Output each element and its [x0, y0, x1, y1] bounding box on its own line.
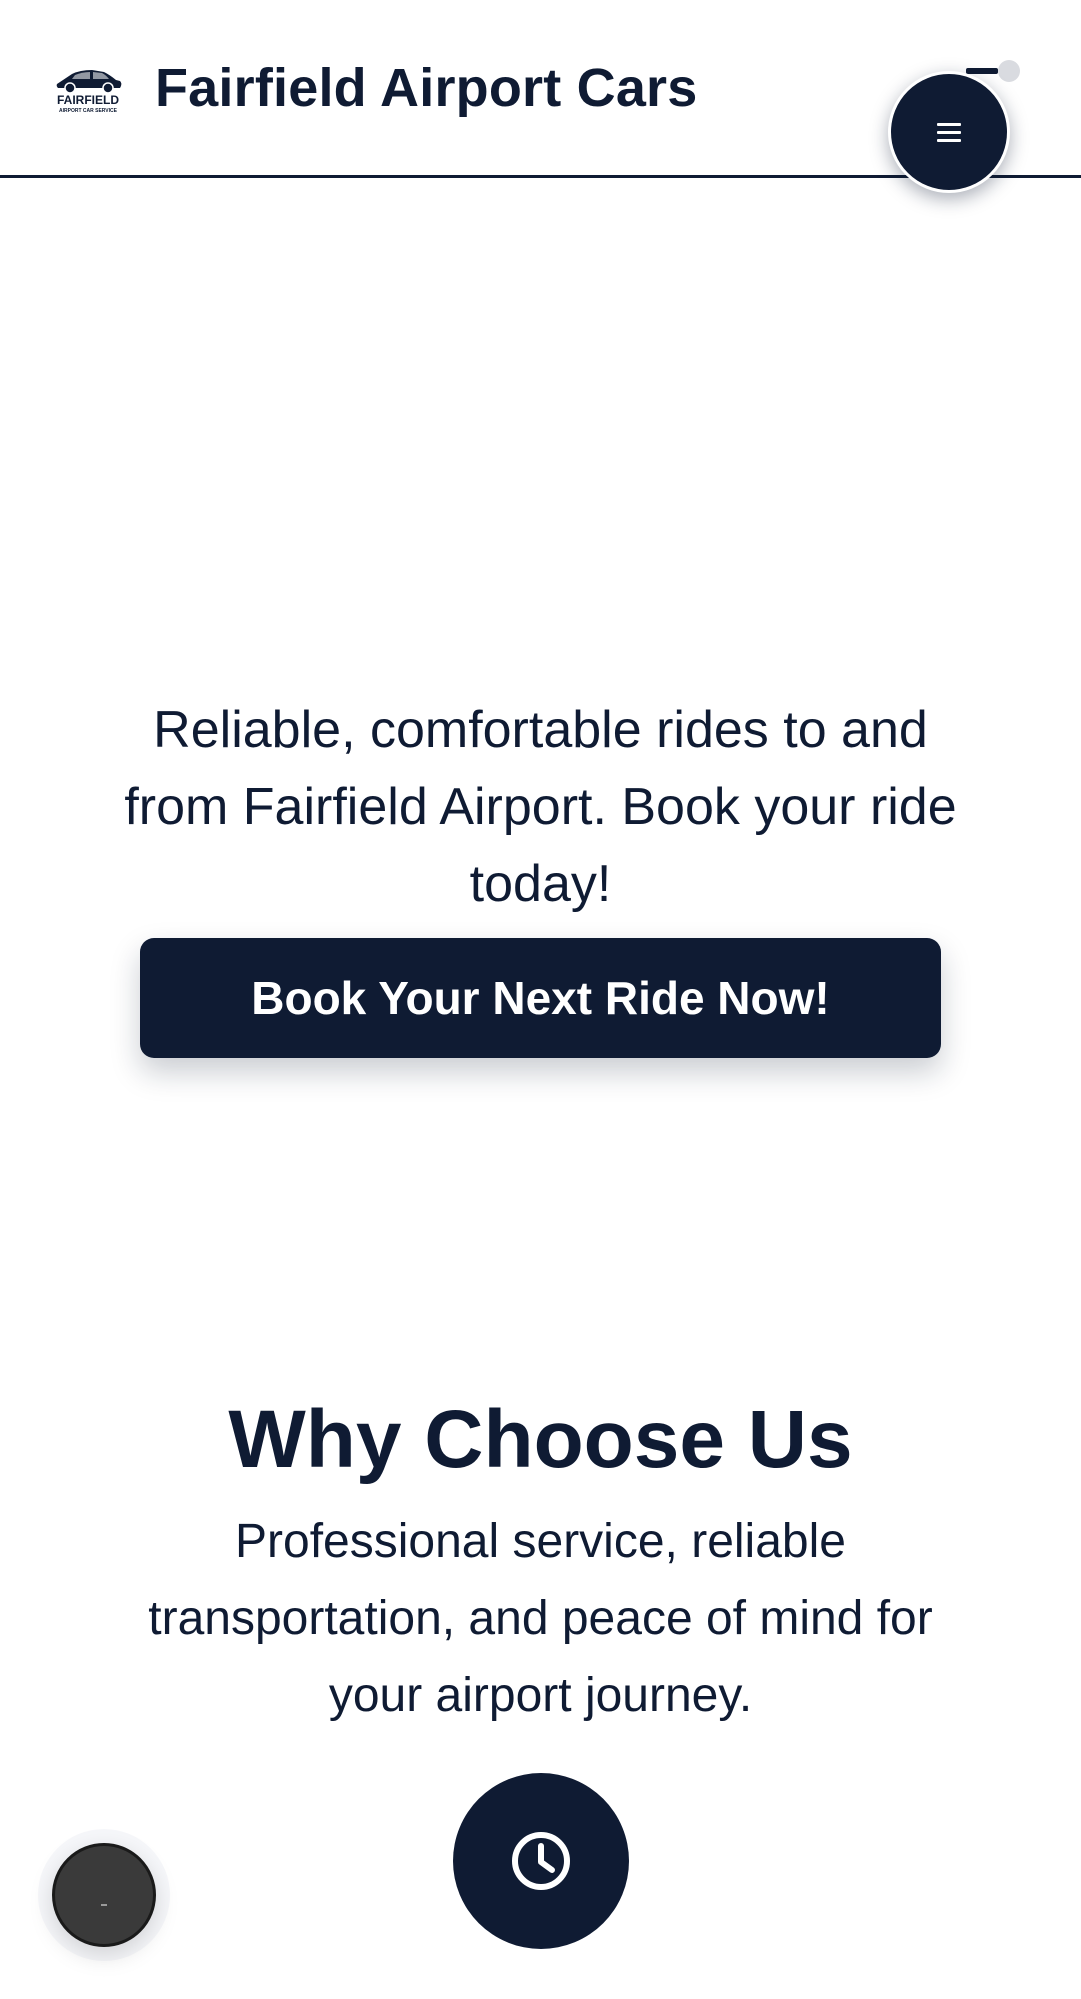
- hamburger-menu-icon: [937, 122, 961, 142]
- hero-tagline: Reliable, comfortable rides to and from …: [124, 701, 957, 913]
- chat-icon: [101, 1904, 107, 1906]
- chat-widget-button[interactable]: [52, 1843, 156, 1947]
- menu-button[interactable]: [888, 71, 1010, 193]
- site-title[interactable]: Fairfield Airport Cars: [155, 56, 698, 120]
- logo-text: FAIRFIELD: [57, 93, 119, 107]
- status-dot: [998, 60, 1020, 82]
- menu-toggle-bar: [966, 68, 998, 74]
- clock-icon: [512, 1832, 570, 1890]
- logo-subtext: AIRPORT CAR SERVICE: [59, 108, 118, 114]
- logo[interactable]: FAIRFIELD AIRPORT CAR SERVICE: [50, 62, 126, 114]
- feature-icon-badge: [453, 1773, 629, 1949]
- why-choose-us-title: Why Choose Us: [228, 1394, 853, 1486]
- why-choose-us-description: Professional service, reliable transport…: [148, 1515, 933, 1722]
- car-icon: [56, 70, 122, 94]
- book-ride-button[interactable]: Book Your Next Ride Now!: [140, 938, 941, 1058]
